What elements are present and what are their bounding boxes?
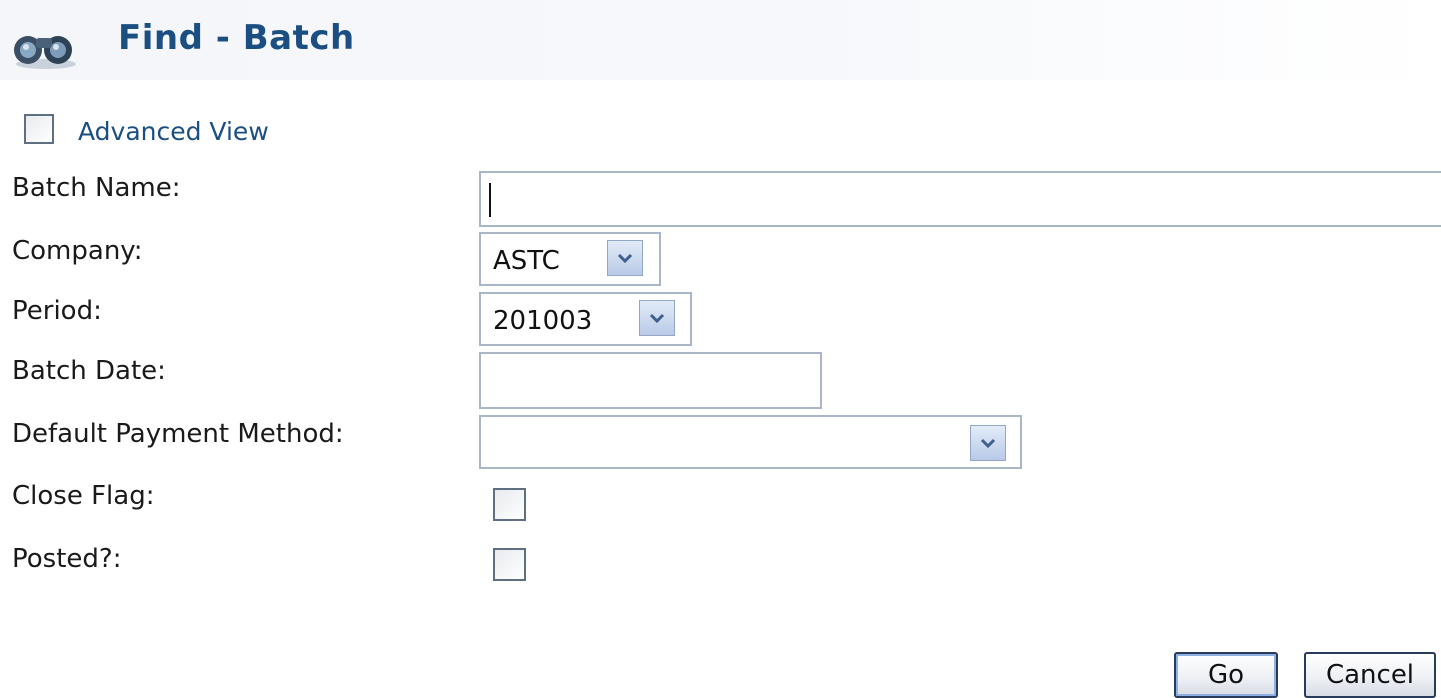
batch-name-input[interactable]	[479, 171, 1441, 227]
period-label: Period:	[12, 296, 102, 326]
batch-date-label: Batch Date:	[12, 356, 166, 386]
close-flag-checkbox[interactable]	[493, 488, 526, 521]
period-select[interactable]: 201003	[479, 292, 692, 346]
company-select[interactable]: ASTC	[479, 232, 661, 286]
advanced-view-checkbox[interactable]	[24, 114, 54, 144]
binoculars-icon	[14, 36, 76, 69]
batch-date-input[interactable]	[479, 352, 822, 409]
company-dropdown-button[interactable]	[607, 240, 643, 276]
cancel-button[interactable]: Cancel	[1304, 652, 1436, 698]
page-title: Find - Batch	[118, 18, 355, 58]
batch-name-label: Batch Name:	[12, 173, 181, 203]
default-payment-method-dropdown-button[interactable]	[970, 425, 1006, 461]
chevron-down-icon	[980, 438, 996, 448]
go-button[interactable]: Go	[1174, 652, 1278, 698]
period-dropdown-button[interactable]	[639, 300, 675, 336]
default-payment-method-label: Default Payment Method:	[12, 419, 344, 449]
company-selected-value: ASTC	[493, 246, 560, 276]
period-selected-value: 201003	[493, 306, 593, 336]
title-bar: Find - Batch	[0, 0, 1441, 80]
chevron-down-icon	[617, 253, 633, 263]
advanced-view-label[interactable]: Advanced View	[78, 117, 269, 146]
posted-label: Posted?:	[12, 544, 122, 574]
company-label: Company:	[12, 236, 143, 266]
chevron-down-icon	[649, 313, 665, 323]
close-flag-label: Close Flag:	[12, 481, 155, 511]
text-cursor	[489, 183, 491, 217]
default-payment-method-select[interactable]	[479, 415, 1022, 469]
posted-checkbox[interactable]	[493, 548, 526, 581]
